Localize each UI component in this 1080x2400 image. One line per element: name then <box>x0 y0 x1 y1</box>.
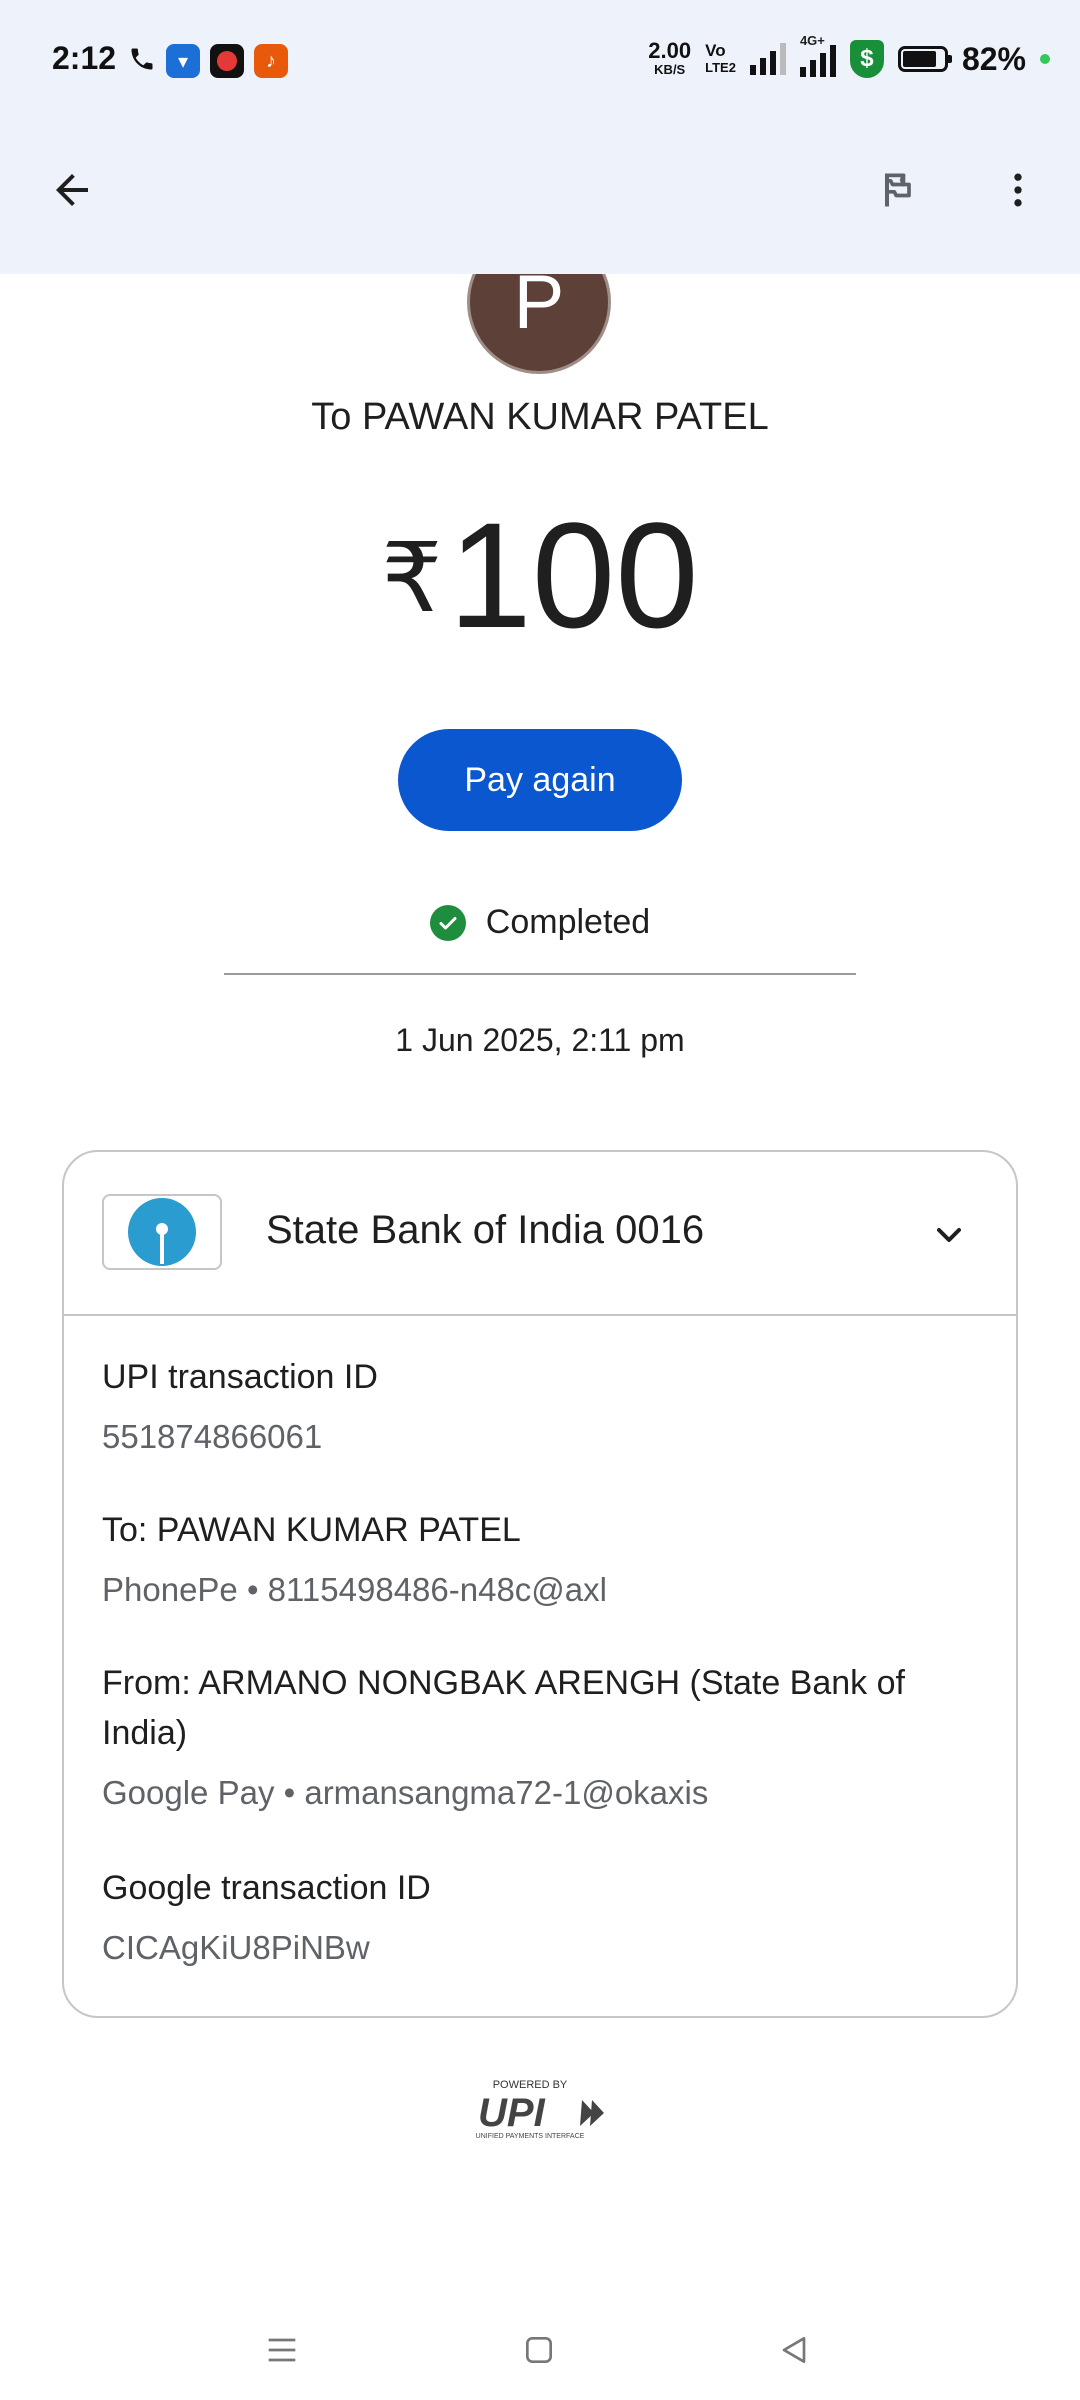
detail-label: Google transaction ID <box>102 1869 431 1907</box>
app-bar <box>0 120 1080 274</box>
transaction-details-card: State Bank of India 0016 UPI transaction… <box>62 1150 1018 2018</box>
more-vert-icon <box>1014 173 1022 207</box>
sbi-logo-icon <box>102 1194 222 1270</box>
check-circle-icon <box>429 904 466 941</box>
network-type: 4G+ <box>799 33 825 48</box>
upi-subtitle: UNIFIED PAYMENTS INTERFACE <box>476 2133 585 2140</box>
volte-indicator: Vo LTE2 <box>705 42 736 76</box>
menu-lines-icon <box>268 2338 296 2362</box>
signal-icon-1 <box>749 43 786 75</box>
currency-symbol: ₹ <box>381 525 443 632</box>
back-nav-button[interactable] <box>764 2320 824 2380</box>
upi-powered-by: POWERED BY <box>493 2079 568 2091</box>
app-notification-icon: ▾ <box>166 44 200 78</box>
volte-line2: LTE2 <box>705 60 736 75</box>
net-speed-value: 2.00 <box>648 37 692 63</box>
from-account-value: Google Pay • armansangma72-1@okaxis <box>102 1774 709 1811</box>
flag-icon <box>884 173 911 207</box>
chevron-down-icon[interactable] <box>924 1210 974 1260</box>
battery-icon <box>897 46 952 72</box>
report-button[interactable] <box>858 150 938 230</box>
privacy-dot <box>1040 54 1050 64</box>
transaction-status: Completed <box>0 903 1080 942</box>
detail-label: UPI transaction ID <box>102 1358 378 1396</box>
volte-line1: Vo <box>705 41 726 60</box>
net-speed: 2.00 KB/S <box>648 37 692 78</box>
from-account-row: From: ARMANO NONGBAK ARENGH (State Bank … <box>102 1658 978 1818</box>
arrow-left-icon <box>56 174 88 206</box>
recents-button[interactable] <box>252 2320 312 2380</box>
pay-again-button[interactable]: Pay again <box>398 729 682 831</box>
square-home-icon <box>526 2337 552 2363</box>
upi-transaction-id-row: UPI transaction ID 551874866061 <box>102 1352 978 1462</box>
status-right: 2.00 KB/S Vo LTE2 4G+ $ 82% <box>648 33 1050 78</box>
google-transaction-id-row: Google transaction ID CICAgKiU8PiNBw <box>102 1863 978 1973</box>
recipient-name: To PAWAN KUMAR PATEL <box>311 396 769 438</box>
upi-wordmark: UPI <box>478 2091 546 2135</box>
to-account-row: To: PAWAN KUMAR PATEL PhonePe • 81154984… <box>102 1505 978 1615</box>
phone-icon <box>128 45 156 78</box>
status-label: Completed <box>485 903 651 941</box>
bank-account-header[interactable]: State Bank of India 0016 <box>64 1152 1016 1316</box>
bank-account-name: State Bank of India 0016 <box>266 1208 705 1252</box>
media-app-icon <box>210 44 244 78</box>
home-button[interactable] <box>509 2320 569 2380</box>
system-nav-bar <box>0 2300 1080 2400</box>
triangle-back-icon <box>782 2337 806 2363</box>
battery-percent: 82% <box>961 40 1026 77</box>
security-shield-icon: $ <box>849 40 884 78</box>
notification-icons: ▾ ♪ <box>128 44 288 78</box>
more-options-button[interactable] <box>978 150 1058 230</box>
back-button[interactable] <box>32 150 112 230</box>
live-app-icon: ♪ <box>254 44 288 78</box>
amount: ₹100 <box>0 500 1080 650</box>
upi-transaction-id-value[interactable]: 551874866061 <box>102 1412 978 1462</box>
status-time: 2:12 <box>52 40 117 76</box>
upi-logo: POWERED BY UPI UNIFIED PAYMENTS INTERFAC… <box>470 2076 610 2146</box>
status-bar: 2:12 ▾ ♪ 2.00 KB/S Vo LTE2 4G+ $ 82% <box>0 0 1080 120</box>
google-transaction-id-value[interactable]: CICAgKiU8PiNBw <box>102 1923 978 1973</box>
signal-icon-2: 4G+ <box>799 33 836 77</box>
divider <box>224 973 856 975</box>
transaction-datetime: 1 Jun 2025, 2:11 pm <box>395 1022 685 1058</box>
to-account-value: PhonePe • 8115498486-n48c@axl <box>102 1571 607 1608</box>
net-speed-unit: KB/S <box>654 61 686 77</box>
detail-label: From: ARMANO NONGBAK ARENGH (State Bank … <box>102 1664 905 1752</box>
amount-value: 100 <box>448 491 699 659</box>
detail-label: To: PAWAN KUMAR PATEL <box>102 1511 521 1549</box>
